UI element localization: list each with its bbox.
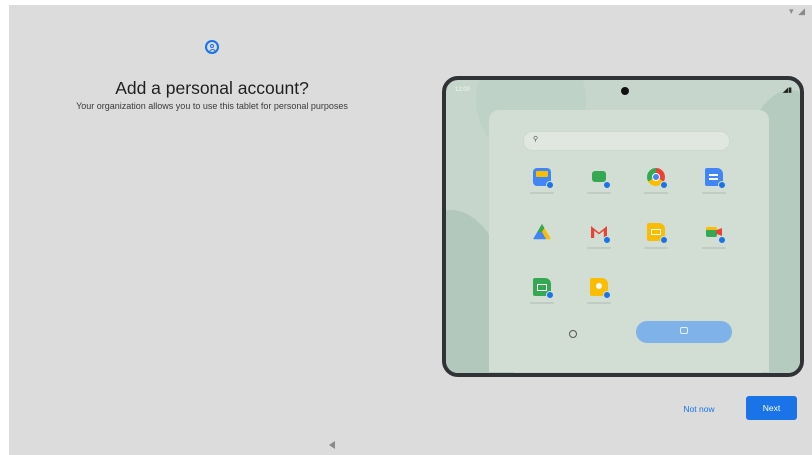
app-drawer: ⚲ — [489, 110, 769, 372]
status-icons: ▾ ◢ — [789, 6, 806, 16]
tablet-search-bar: ⚲ — [523, 131, 730, 151]
tablet-clock: 12:00 — [455, 87, 471, 93]
sheets-app-icon — [530, 278, 554, 304]
drive-app-icon — [533, 223, 551, 240]
docs-app-icon — [702, 168, 726, 194]
account-circle-icon — [205, 40, 219, 54]
messages-app-icon — [587, 168, 611, 194]
meet-app-icon — [702, 223, 726, 249]
page-title: Add a personal account? — [115, 78, 309, 98]
page-subtitle: Your organization allows you to use this… — [76, 101, 348, 111]
signal-icon: ◢▮ — [782, 87, 792, 94]
next-button[interactable]: Next — [746, 396, 797, 420]
gmail-app-icon — [587, 223, 611, 249]
briefcase-icon — [680, 327, 688, 334]
setup-screen: ▾ ◢ Add a personal account? Your organiz… — [9, 5, 812, 455]
search-icon: ⚲ — [533, 136, 539, 143]
back-icon[interactable] — [329, 441, 335, 449]
work-apps-toggle — [636, 321, 732, 343]
calendar-app-icon — [530, 168, 554, 194]
camera-icon — [621, 87, 629, 95]
profile-icon — [569, 330, 577, 338]
not-now-button[interactable]: Not now — [670, 398, 728, 420]
tablet-illustration: 12:00 ◢▮ ⚲ — [442, 76, 804, 377]
keep-app-icon — [587, 278, 611, 304]
chrome-app-icon — [644, 168, 668, 194]
slides-app-icon — [644, 223, 668, 249]
